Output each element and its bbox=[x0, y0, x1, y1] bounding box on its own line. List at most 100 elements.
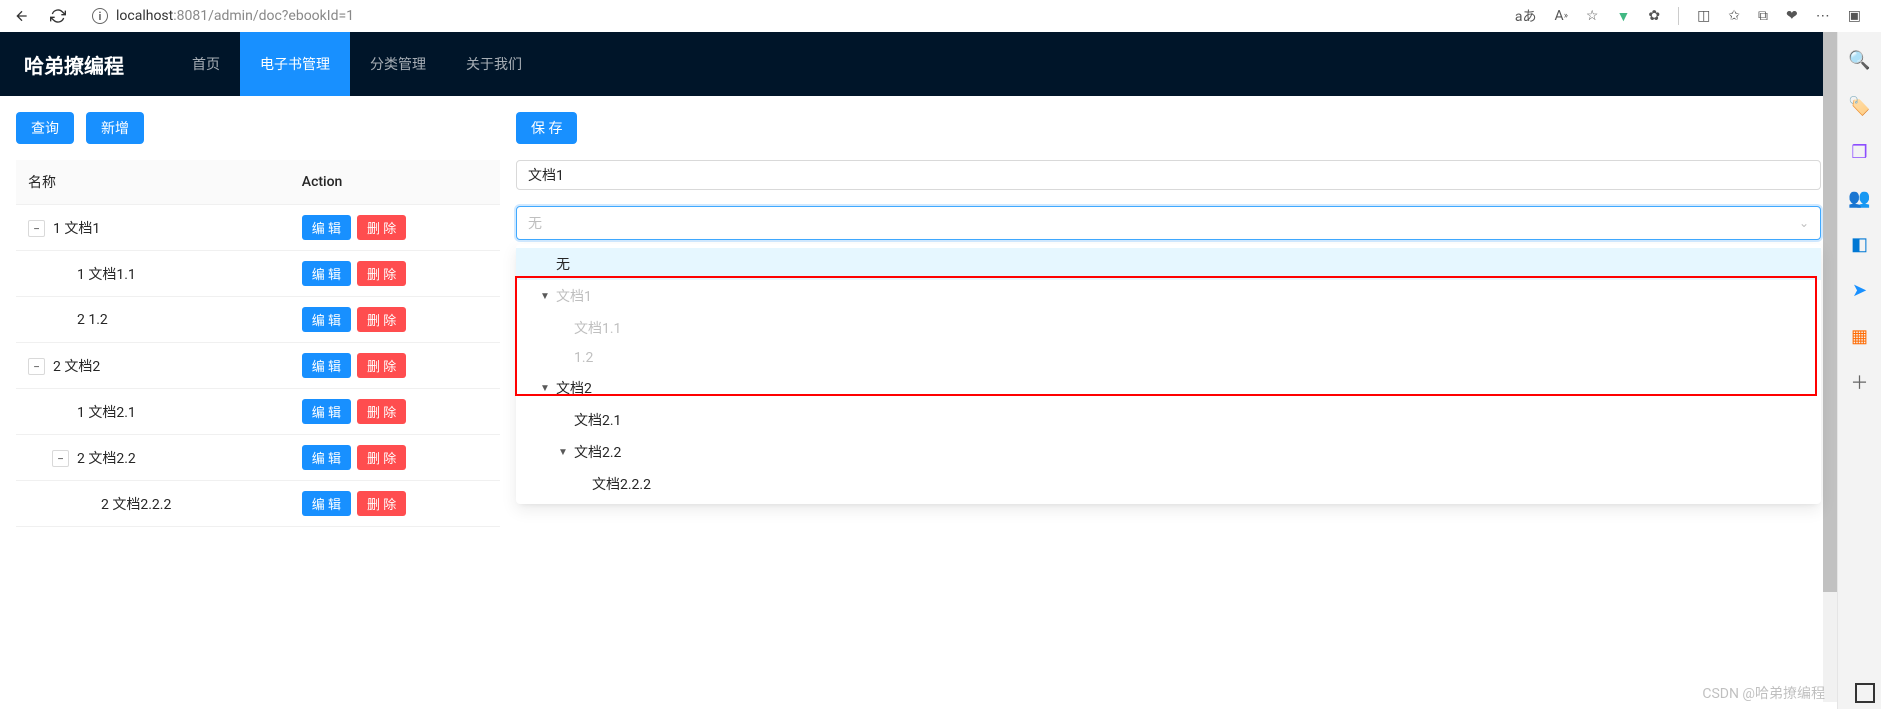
tree-toggle-icon[interactable]: ▼ bbox=[558, 447, 570, 458]
delete-button[interactable]: 删 除 bbox=[357, 261, 406, 286]
dropdown-item[interactable]: 文档2.2.2 bbox=[516, 468, 1821, 500]
plus-icon[interactable]: ＋ bbox=[1848, 370, 1872, 394]
row-seq: 2 bbox=[53, 359, 64, 375]
translate-icon[interactable]: aあ bbox=[1515, 6, 1537, 26]
chevron-down-icon: ⌄ bbox=[1799, 216, 1809, 230]
edit-button[interactable]: 编 辑 bbox=[302, 445, 351, 470]
extension-icon[interactable]: ✿ bbox=[1648, 8, 1660, 24]
nav-item[interactable]: 首页 bbox=[172, 32, 240, 96]
cube-icon[interactable]: ❒ bbox=[1848, 140, 1872, 164]
edit-button[interactable]: 编 辑 bbox=[302, 399, 351, 424]
video-icon[interactable]: ▦ bbox=[1848, 324, 1872, 348]
row-name: 文档2.2.2 bbox=[112, 497, 171, 513]
refresh-button[interactable] bbox=[48, 6, 68, 26]
collections-icon[interactable]: ⧉ bbox=[1758, 8, 1768, 24]
favorite-icon[interactable]: ☆ bbox=[1586, 8, 1599, 24]
tag-icon[interactable]: 🏷️ bbox=[1848, 94, 1872, 118]
add-button[interactable]: 新增 bbox=[86, 112, 144, 144]
sidebar-toggle-icon[interactable]: ▣ bbox=[1848, 8, 1861, 24]
query-button[interactable]: 查询 bbox=[16, 112, 74, 144]
expand-toggle[interactable]: − bbox=[28, 220, 45, 237]
delete-button[interactable]: 删 除 bbox=[357, 445, 406, 470]
delete-button[interactable]: 删 除 bbox=[357, 399, 406, 424]
dropdown-item[interactable]: ▼ 文档2 bbox=[516, 372, 1821, 404]
page-scrollbar[interactable] bbox=[1823, 32, 1837, 702]
separator bbox=[1678, 7, 1679, 25]
row-name: 文档1.1 bbox=[88, 267, 135, 283]
send-icon[interactable]: ➤ bbox=[1848, 278, 1872, 302]
parent-select[interactable]: 无 ⌄ bbox=[516, 206, 1821, 240]
expand-toggle[interactable]: − bbox=[52, 450, 69, 467]
dropdown-item[interactable]: 文档2.1 bbox=[516, 404, 1821, 436]
row-name: 文档1 bbox=[64, 221, 100, 237]
option-label: 文档1.1 bbox=[574, 318, 621, 338]
select-placeholder: 无 bbox=[528, 213, 542, 233]
dropdown-item[interactable]: 无 bbox=[516, 248, 1821, 280]
vue-devtools-icon[interactable]: ▼ bbox=[1616, 8, 1630, 25]
nav-item[interactable]: 关于我们 bbox=[446, 32, 542, 96]
row-seq: 1 bbox=[77, 405, 88, 421]
table-row: 1 文档1.1编 辑删 除 bbox=[16, 251, 500, 297]
row-name: 1.2 bbox=[88, 312, 107, 328]
more-icon[interactable]: ⋯ bbox=[1816, 8, 1830, 24]
edit-button[interactable]: 编 辑 bbox=[302, 353, 351, 378]
doc-name-input[interactable] bbox=[516, 160, 1821, 190]
table-row: 1 文档2.1 编 辑删 除 bbox=[16, 389, 500, 435]
dropdown-item: 文档1.1 bbox=[516, 312, 1821, 344]
app-logo: 哈弟撩编程 bbox=[24, 50, 124, 79]
split-screen-icon[interactable]: ◫ bbox=[1697, 8, 1710, 24]
performance-icon[interactable]: ❤︎ bbox=[1786, 8, 1798, 24]
edit-button[interactable]: 编 辑 bbox=[302, 215, 351, 240]
app-header: 哈弟撩编程 首页电子书管理分类管理关于我们 bbox=[0, 32, 1837, 96]
bottom-right-square[interactable] bbox=[1855, 683, 1875, 703]
row-name: 文档2.2 bbox=[88, 451, 135, 467]
site-info-icon[interactable]: i bbox=[92, 8, 108, 24]
option-label: 文档2.2 bbox=[574, 442, 621, 462]
option-label: 文档2.1 bbox=[574, 410, 621, 430]
outlook-icon[interactable]: ◧ bbox=[1848, 232, 1872, 256]
tree-toggle-icon[interactable]: ▼ bbox=[540, 291, 552, 302]
cell-name: −1 文档1 bbox=[16, 205, 290, 251]
parent-dropdown: 无▼文档1 文档1.1 1.2 ▼ 文档2 文档2.1 ▼ 文档2.2 文档2.2.2 bbox=[516, 244, 1821, 504]
delete-button[interactable]: 删 除 bbox=[357, 215, 406, 240]
delete-button[interactable]: 删 除 bbox=[357, 491, 406, 516]
edit-button[interactable]: 编 辑 bbox=[302, 491, 351, 516]
people-icon[interactable]: 👥 bbox=[1848, 186, 1872, 210]
row-name: 文档2.1 bbox=[88, 405, 135, 421]
back-button[interactable] bbox=[12, 6, 32, 26]
url-bar[interactable]: i localhost:8081/admin/doc?ebookId=1 bbox=[84, 4, 1499, 28]
row-seq: 2 bbox=[77, 312, 88, 328]
cell-action: 编 辑删 除 bbox=[290, 343, 500, 389]
table-row: −1 文档1编 辑删 除 bbox=[16, 205, 500, 251]
cell-name: 1 文档1.1 bbox=[16, 251, 290, 297]
option-label: 文档2 bbox=[556, 378, 592, 398]
right-panel: 保 存 无 ⌄ 无▼文档1文档1.11.2▼文档2文档2.1▼文档2.2文档2.… bbox=[516, 112, 1821, 527]
dropdown-item: ▼文档1 bbox=[516, 280, 1821, 312]
cell-action: 编 辑删 除 bbox=[290, 205, 500, 251]
expand-toggle[interactable]: − bbox=[28, 358, 45, 375]
cell-name: 2 1.2 bbox=[16, 297, 290, 343]
favorites-icon[interactable]: ✩ bbox=[1728, 8, 1740, 24]
nav-item[interactable]: 分类管理 bbox=[350, 32, 446, 96]
row-seq: 2 bbox=[77, 451, 88, 467]
tree-toggle-icon[interactable]: ▼ bbox=[540, 383, 552, 394]
delete-button[interactable]: 删 除 bbox=[357, 353, 406, 378]
cell-action: 编 辑删 除 bbox=[290, 251, 500, 297]
dropdown-item: 1.2 bbox=[516, 344, 1821, 372]
search-icon[interactable]: 🔍 bbox=[1848, 48, 1872, 72]
watermark: CSDN @哈弟撩编程 bbox=[1702, 683, 1825, 703]
row-seq: 2 bbox=[101, 497, 112, 513]
main-nav: 首页电子书管理分类管理关于我们 bbox=[172, 32, 542, 96]
dropdown-item[interactable]: ▼ 文档2.2 bbox=[516, 436, 1821, 468]
save-button[interactable]: 保 存 bbox=[516, 112, 577, 144]
cell-action: 编 辑删 除 bbox=[290, 481, 500, 527]
table-row: 2 1.2 编 辑删 除 bbox=[16, 297, 500, 343]
row-seq: 1 bbox=[77, 267, 88, 283]
nav-item[interactable]: 电子书管理 bbox=[240, 32, 350, 96]
main-content: 查询 新增 名称 Action −1 文档1编 辑删 除1 文档1.1编 辑删 … bbox=[0, 96, 1837, 543]
cell-name: −2 文档2 bbox=[16, 343, 290, 389]
edit-button[interactable]: 编 辑 bbox=[302, 307, 351, 332]
edit-button[interactable]: 编 辑 bbox=[302, 261, 351, 286]
delete-button[interactable]: 删 除 bbox=[357, 307, 406, 332]
read-aloud-icon[interactable]: A» bbox=[1555, 8, 1568, 24]
